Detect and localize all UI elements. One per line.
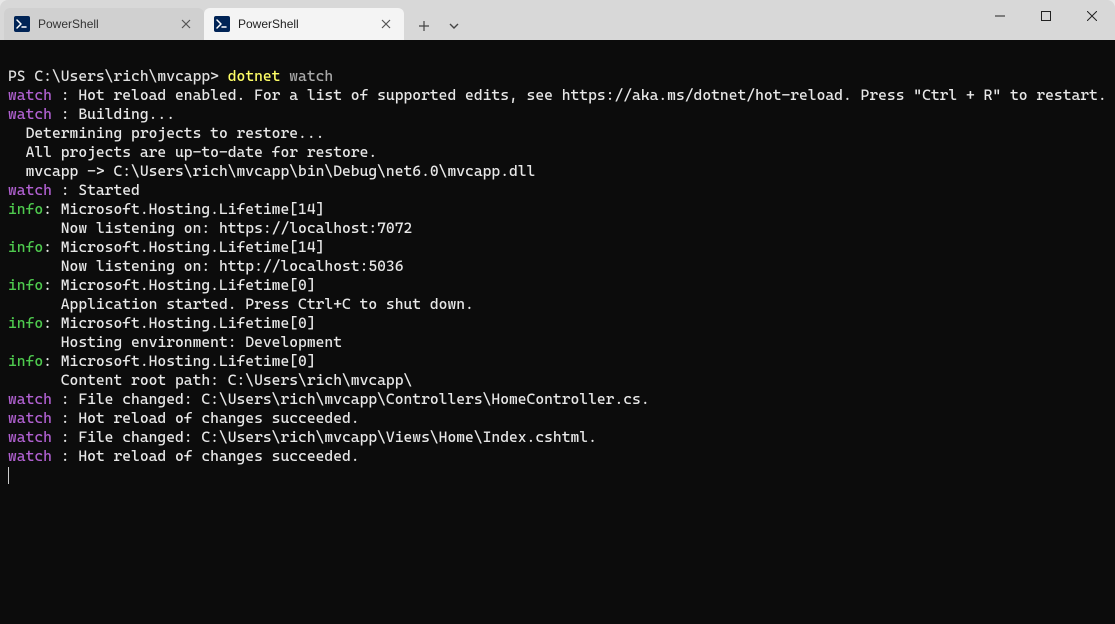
- command-main: dotnet: [228, 67, 281, 85]
- watch-label: watch: [8, 105, 61, 123]
- info-label: info: [8, 352, 43, 370]
- watch-label: watch: [8, 428, 61, 446]
- output-line: : Microsoft.Hosting.Lifetime[0]: [43, 352, 315, 370]
- watch-label: watch: [8, 181, 61, 199]
- output-line: : Hot reload of changes succeeded.: [61, 409, 360, 427]
- powershell-icon: [14, 16, 30, 32]
- output-line: : Hot reload of changes succeeded.: [61, 447, 360, 465]
- window-controls: [977, 0, 1115, 40]
- maximize-button[interactable]: [1023, 0, 1069, 32]
- output-line: Now listening on: https://localhost:7072: [8, 219, 412, 237]
- tabs-container: PowerShell PowerShell: [0, 0, 468, 40]
- output-line: Hosting environment: Development: [8, 333, 342, 351]
- command-arg: watch: [280, 67, 333, 85]
- prompt-prefix: PS C:\Users\rich\mvcapp>: [8, 67, 228, 85]
- output-line: : Microsoft.Hosting.Lifetime[14]: [43, 200, 324, 218]
- close-window-button[interactable]: [1069, 0, 1115, 32]
- tab-powershell-2[interactable]: PowerShell: [204, 8, 404, 40]
- output-line: All projects are up-to-date for restore.: [8, 143, 377, 161]
- powershell-icon: [214, 16, 230, 32]
- output-line: Determining projects to restore...: [8, 124, 324, 142]
- close-icon[interactable]: [378, 16, 394, 32]
- cursor: [8, 467, 9, 484]
- output-line: mvcapp -> C:\Users\rich\mvcapp\bin\Debug…: [8, 162, 535, 180]
- output-line: : File changed: C:\Users\rich\mvcapp\Vie…: [61, 428, 597, 446]
- info-label: info: [8, 238, 43, 256]
- output-line: Content root path: C:\Users\rich\mvcapp\: [8, 371, 412, 389]
- watch-label: watch: [8, 390, 61, 408]
- info-label: info: [8, 314, 43, 332]
- tab-actions: [404, 12, 468, 40]
- watch-label: watch: [8, 447, 61, 465]
- terminal-output[interactable]: PS C:\Users\rich\mvcapp> dotnet watch wa…: [0, 40, 1115, 624]
- output-line: : Microsoft.Hosting.Lifetime[14]: [43, 238, 324, 256]
- minimize-button[interactable]: [977, 0, 1023, 32]
- watch-label: watch: [8, 86, 61, 104]
- output-line: Now listening on: http://localhost:5036: [8, 257, 404, 275]
- output-line: : Microsoft.Hosting.Lifetime[0]: [43, 276, 315, 294]
- tab-label: PowerShell: [238, 17, 370, 31]
- new-tab-button[interactable]: [410, 12, 438, 40]
- output-line: : Building...: [61, 105, 175, 123]
- titlebar: PowerShell PowerShell: [0, 0, 1115, 40]
- info-label: info: [8, 200, 43, 218]
- watch-label: watch: [8, 409, 61, 427]
- tab-powershell-1[interactable]: PowerShell: [4, 8, 204, 40]
- info-label: info: [8, 276, 43, 294]
- output-line: : Hot reload enabled. For a list of supp…: [61, 86, 1107, 104]
- output-line: Application started. Press Ctrl+C to shu…: [8, 295, 474, 313]
- output-line: : Microsoft.Hosting.Lifetime[0]: [43, 314, 315, 332]
- output-line: : Started: [61, 181, 140, 199]
- close-icon[interactable]: [178, 16, 194, 32]
- tab-label: PowerShell: [38, 17, 170, 31]
- output-line: : File changed: C:\Users\rich\mvcapp\Con…: [61, 390, 650, 408]
- tab-dropdown-button[interactable]: [440, 12, 468, 40]
